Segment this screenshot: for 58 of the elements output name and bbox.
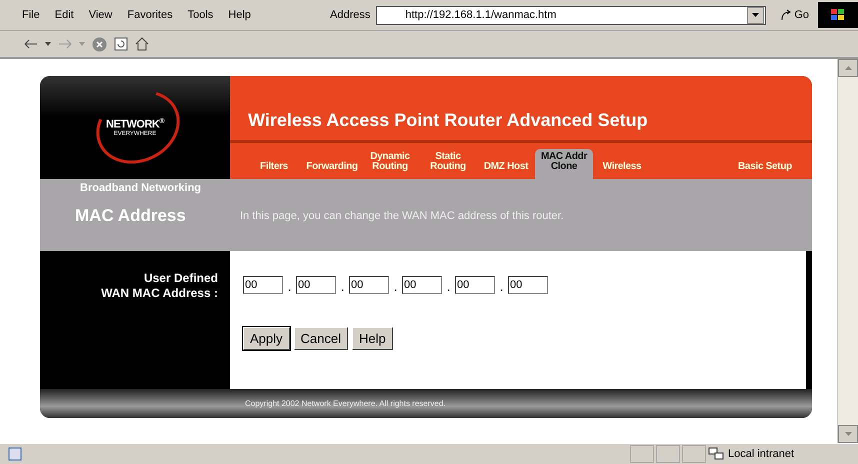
nav-tab[interactable]: Forwarding xyxy=(303,162,361,179)
separator-dot: . xyxy=(498,279,504,294)
caret-icon xyxy=(752,13,760,17)
back-arrow-icon[interactable] xyxy=(24,39,38,49)
network-icon xyxy=(708,447,724,461)
go-button[interactable]: Go xyxy=(780,9,810,21)
menu-item[interactable]: Help xyxy=(228,9,251,21)
field-label: User Defined WAN MAC Address : xyxy=(100,271,219,301)
copyright-text: Copyright 2002 Network Everywhere. All rights reserved. xyxy=(245,399,446,408)
separator-dot: . xyxy=(446,279,452,294)
nav-tab[interactable]: Filters xyxy=(245,162,303,179)
dropdown-button[interactable] xyxy=(747,6,764,24)
caret-icon[interactable] xyxy=(45,42,51,46)
status-bar-panel xyxy=(630,445,654,463)
menu-item[interactable]: Tools xyxy=(188,9,214,21)
zone-text: Local intranet xyxy=(728,448,794,460)
nav-tab[interactable]: Wireless xyxy=(593,162,651,179)
scroll-down-button[interactable] xyxy=(838,425,858,443)
page-icon xyxy=(8,447,22,461)
refresh-icon[interactable] xyxy=(114,37,128,51)
windows-logo-icon xyxy=(818,2,858,28)
address-label: Address xyxy=(330,9,370,21)
nav-tab[interactable]: Dynamic Routing xyxy=(361,152,419,179)
description-text: In this page, you can change the WAN MAC address of this router. xyxy=(240,210,564,222)
separator-dot: . xyxy=(392,279,398,294)
page-title: MAC Address xyxy=(74,206,187,226)
mac-input-field[interactable]: 00 xyxy=(296,276,336,294)
nav-tab[interactable]: Static Routing xyxy=(419,152,477,179)
menu-item[interactable]: Favorites xyxy=(127,9,173,21)
address-field[interactable]: http://192.168.1.1/wanmac.htm xyxy=(376,6,766,24)
mac-input-field[interactable]: 00 xyxy=(455,276,495,294)
up-arrow-icon xyxy=(844,66,852,70)
down-arrow-icon xyxy=(844,432,852,436)
menu-item[interactable]: File xyxy=(22,9,40,21)
go-arrow-icon xyxy=(780,9,792,21)
nav-tab[interactable]: Basic Setup xyxy=(728,162,802,179)
separator-dot: . xyxy=(286,279,292,294)
nav-tab[interactable]: MAC Addr Clone xyxy=(535,149,593,179)
form-button[interactable]: Cancel xyxy=(294,327,348,350)
section-label: Broadband Networking xyxy=(79,181,202,196)
home-icon[interactable] xyxy=(135,37,149,51)
page-heading: Wireless Access Point Router Advanced Setup xyxy=(230,76,812,143)
mac-input-field[interactable]: 00 xyxy=(508,276,548,294)
mac-input-field[interactable]: 00 xyxy=(349,276,389,294)
form-button[interactable]: Help xyxy=(352,327,393,350)
vertical-scrollbar[interactable] xyxy=(837,59,858,443)
separator-dot: . xyxy=(340,279,346,294)
menu-item[interactable]: View xyxy=(88,9,112,21)
status-bar-panel xyxy=(656,445,680,463)
form-button[interactable]: Apply xyxy=(243,327,290,350)
stop-icon[interactable] xyxy=(92,36,107,52)
status-bar-panel xyxy=(682,445,706,463)
mac-input-field[interactable]: 00 xyxy=(243,276,283,294)
nav-tab[interactable]: DMZ Host xyxy=(477,162,535,179)
menu-item[interactable]: Edit xyxy=(54,9,74,21)
forward-arrow-icon[interactable] xyxy=(58,39,72,49)
mac-input-field[interactable]: 00 xyxy=(402,276,442,294)
scroll-up-button[interactable] xyxy=(838,59,858,77)
